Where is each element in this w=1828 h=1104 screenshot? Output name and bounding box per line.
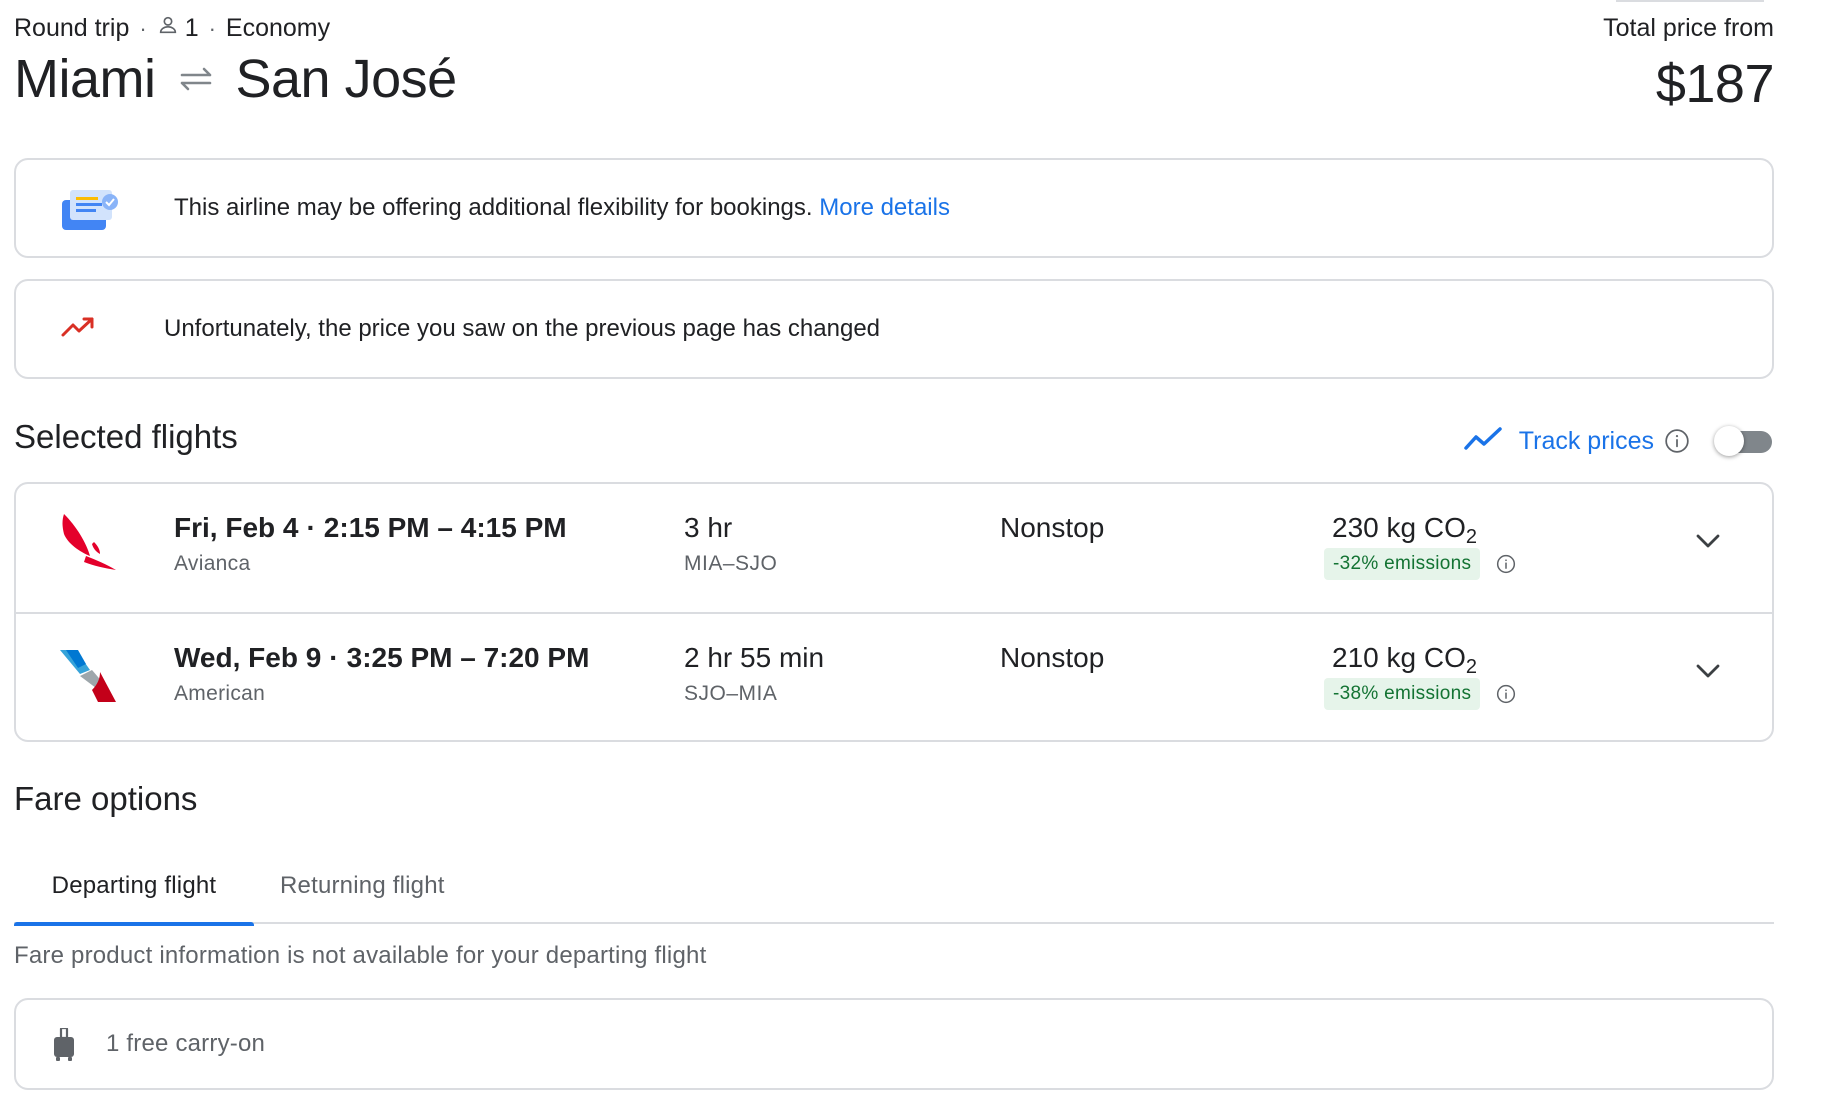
tab-returning-flight[interactable]: Returning flight <box>280 848 445 924</box>
trip-summary: Round trip · 1 · Economy <box>14 14 330 43</box>
fare-info-note: Fare product information is not availabl… <box>14 942 707 969</box>
co2-subscript: 2 <box>1465 526 1477 548</box>
emissions-badge: -32% emissions <box>1324 548 1481 580</box>
flight-date: Wed, Feb 9 <box>174 642 322 673</box>
track-prices: Track prices <box>1463 424 1774 458</box>
chevron-down-icon[interactable] <box>1694 662 1722 685</box>
route-title: Miami San José <box>14 48 457 110</box>
flight-duration: 2 hr 55 min <box>684 642 825 673</box>
total-price: Total price from $187 <box>1603 14 1774 115</box>
fare-tabs: Departing flight Returning flight <box>14 848 1774 926</box>
tab-departing-flight[interactable]: Departing flight <box>14 848 254 926</box>
emissions-badge: -38% emissions <box>1324 678 1481 710</box>
carry-on-card: 1 free carry-on <box>14 998 1774 1090</box>
co2-subscript: 2 <box>1465 656 1477 678</box>
airport-codes: MIA–SJO <box>684 552 778 575</box>
info-icon[interactable] <box>1496 684 1516 704</box>
more-details-link[interactable]: More details <box>819 194 950 221</box>
passenger-count: 1 <box>157 14 199 43</box>
trending-up-icon <box>60 315 96 339</box>
flexible-booking-icon <box>58 186 122 236</box>
flexibility-text: This airline may be offering additional … <box>174 194 813 221</box>
flight-date: Fri, Feb 4 <box>174 512 299 543</box>
fare-options-title: Fare options <box>14 780 198 817</box>
co2-value: 210 kg CO2 <box>1332 642 1477 677</box>
co2-value: 230 kg CO2 <box>1332 512 1477 547</box>
round-trip-arrows-icon <box>176 64 216 94</box>
flight-stops: Nonstop <box>1000 512 1105 543</box>
price-change-notice: Unfortunately, the price you saw on the … <box>14 279 1774 379</box>
price-trend-icon <box>1463 426 1503 457</box>
flight-row-departing[interactable]: Fri, Feb 4 · 2:15 PM – 4:15 PM Avianca 3 h… <box>16 484 1772 612</box>
flexibility-message: This airline may be offering additional … <box>174 194 950 222</box>
price-change-text: Unfortunately, the price you saw on the … <box>164 315 881 342</box>
co2-amount: 210 kg CO <box>1332 642 1466 673</box>
passenger-count-value: 1 <box>184 14 199 42</box>
track-prices-label[interactable]: Track prices <box>1519 427 1654 456</box>
origin-city: Miami <box>14 49 156 109</box>
info-icon[interactable] <box>1664 428 1690 454</box>
flight-time-range: 3:25 PM – 7:20 PM <box>346 642 590 673</box>
separator-dot: · <box>208 15 216 41</box>
avianca-logo-icon <box>56 512 120 576</box>
emissions-info: -32% emissions <box>1324 548 1516 580</box>
flight-stops: Nonstop <box>1000 642 1105 673</box>
airline-name: Avianca <box>174 552 251 575</box>
co2-amount: 230 kg CO <box>1332 512 1466 543</box>
flight-times: Fri, Feb 4 · 2:15 PM – 4:15 PM <box>174 512 567 544</box>
toggle-knob <box>1714 426 1744 456</box>
luggage-icon <box>52 1026 76 1067</box>
selected-flights-title: Selected flights <box>14 418 238 455</box>
flight-times: Wed, Feb 9 · 3:25 PM – 7:20 PM <box>174 642 589 674</box>
flexibility-notice: This airline may be offering additional … <box>14 158 1774 258</box>
cabin-class: Economy <box>225 14 331 42</box>
american-logo-icon <box>56 642 120 706</box>
flight-row-returning[interactable]: Wed, Feb 9 · 3:25 PM – 7:20 PM American 2 … <box>16 612 1772 740</box>
airport-codes: SJO–MIA <box>684 682 778 705</box>
separator-dot: · <box>139 15 147 41</box>
track-prices-toggle[interactable] <box>1714 424 1774 458</box>
price-value: $187 <box>1655 54 1775 114</box>
separator-dot: · <box>306 512 316 543</box>
info-icon[interactable] <box>1496 554 1516 574</box>
price-label: Total price from <box>1603 14 1774 42</box>
separator-dot: · <box>329 642 339 673</box>
emissions-info: -38% emissions <box>1324 678 1516 710</box>
airline-name: American <box>174 682 266 705</box>
top-divider <box>1616 0 1764 2</box>
flight-duration: 3 hr <box>684 512 733 543</box>
carry-on-label: 1 free carry-on <box>106 1030 266 1057</box>
flight-time-range: 2:15 PM – 4:15 PM <box>323 512 567 543</box>
selected-flights-list: Fri, Feb 4 · 2:15 PM – 4:15 PM Avianca 3 h… <box>14 482 1774 742</box>
person-icon <box>157 14 179 43</box>
trip-type: Round trip <box>14 14 130 42</box>
destination-city: San José <box>235 49 458 109</box>
chevron-down-icon[interactable] <box>1694 532 1722 555</box>
